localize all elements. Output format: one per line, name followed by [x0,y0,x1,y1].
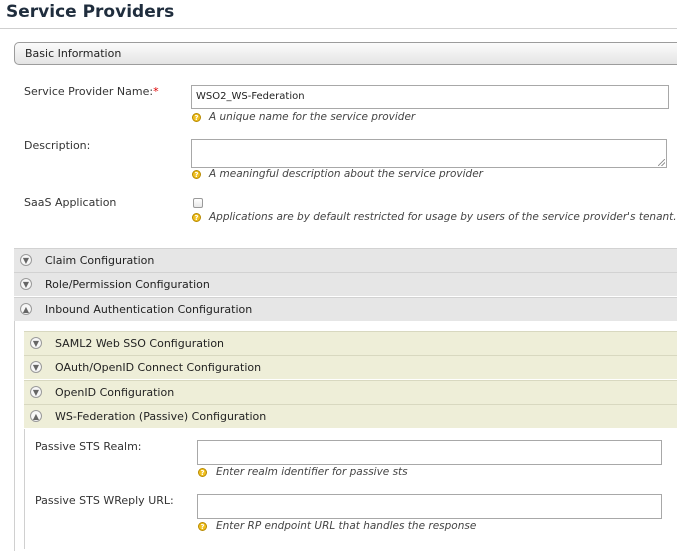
page-title: Service Providers [6,2,175,22]
help-question-icon: ? [192,113,201,122]
subsection-openid[interactable]: ▼ OpenID Configuration [24,380,677,405]
help-question-icon: ? [192,170,201,179]
chevron-down-icon[interactable]: ▼ [30,386,42,398]
description-label: Description: [24,139,91,152]
help-question-icon: ? [198,468,207,477]
passive-sts-realm-label: Passive STS Realm: [35,440,142,453]
description-hint: A meaningful description about the servi… [209,168,483,180]
chevron-down-icon[interactable]: ▼ [20,278,32,290]
chevron-up-icon[interactable]: ▲ [20,303,32,315]
basic-information-header[interactable]: Basic Information [14,42,677,65]
chevron-down-icon[interactable]: ▼ [30,337,42,349]
subsection-title: SAML2 Web SSO Configuration [55,337,225,350]
passive-sts-realm-hint: Enter realm identifier for passive sts [216,466,408,478]
basic-information-label: Basic Information [25,47,122,60]
subsection-oauth-openid-connect[interactable]: ▼ OAuth/OpenID Connect Configuration [24,355,677,380]
subsection-saml2-web-sso[interactable]: ▼ SAML2 Web SSO Configuration [24,331,677,356]
chevron-down-icon[interactable]: ▼ [20,254,32,266]
passive-sts-wreply-input[interactable] [197,494,662,519]
sp-name-label: Service Provider Name:* [24,85,159,98]
passive-sts-wreply-hint: Enter RP endpoint URL that handles the r… [216,520,477,532]
title-divider [0,28,677,29]
saas-hint: Applications are by default restricted f… [209,211,677,223]
subsection-ws-federation-passive[interactable]: ▲ WS-Federation (Passive) Configuration [24,404,677,429]
subsection-title: WS-Federation (Passive) Configuration [55,410,267,423]
chevron-down-icon[interactable]: ▼ [30,361,42,373]
help-question-icon: ? [198,522,207,531]
sp-name-input[interactable]: WSO2_WS-Federation [191,85,669,109]
passive-sts-wreply-label: Passive STS WReply URL: [35,494,174,507]
section-role-permission-configuration[interactable]: ▼ Role/Permission Configuration [14,272,677,297]
help-question-icon: ? [192,213,201,222]
description-textarea[interactable] [191,139,667,168]
section-title: Role/Permission Configuration [45,278,210,291]
saas-label: SaaS Application [24,196,117,209]
section-claim-configuration[interactable]: ▼ Claim Configuration [14,248,677,273]
subsection-title: OpenID Configuration [55,386,175,399]
section-title: Inbound Authentication Configuration [45,303,253,316]
section-inbound-authentication-configuration[interactable]: ▲ Inbound Authentication Configuration [14,297,677,322]
sp-name-hint: A unique name for the service provider [209,111,416,123]
section-title: Claim Configuration [45,254,155,267]
resize-grip-icon[interactable] [658,159,665,166]
chevron-up-icon[interactable]: ▲ [30,410,42,422]
passive-sts-realm-input[interactable] [197,440,662,465]
required-marker: * [153,85,159,98]
saas-checkbox[interactable] [193,198,203,208]
subsection-title: OAuth/OpenID Connect Configuration [55,361,262,374]
